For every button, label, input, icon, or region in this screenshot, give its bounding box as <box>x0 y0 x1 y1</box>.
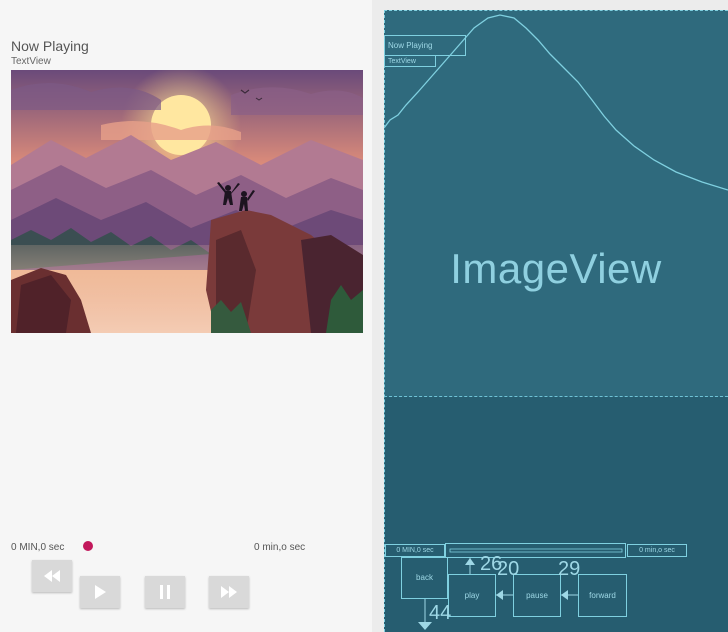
rewind-icon <box>44 570 60 582</box>
track-textview: TextView <box>11 56 51 67</box>
blueprint-preview: ImageView Now Playing TextView 0 MIN,0 s… <box>384 10 728 632</box>
pause-button[interactable] <box>145 576 185 608</box>
play-icon <box>95 585 106 599</box>
play-button[interactable] <box>80 576 120 608</box>
forward-button[interactable] <box>209 576 249 608</box>
album-artwork-image <box>11 70 363 333</box>
pause-icon <box>160 585 170 599</box>
elapsed-time: 0 MIN,0 sec <box>11 542 65 553</box>
now-playing-title: Now Playing <box>11 38 89 54</box>
fast-forward-icon <box>221 586 237 598</box>
margin-label-44: 44 <box>429 602 452 624</box>
total-duration: 0 min,o sec <box>254 542 306 553</box>
back-button[interactable] <box>32 560 72 592</box>
seekbar-thumb[interactable] <box>83 541 93 551</box>
blueprint-constraints <box>418 548 623 630</box>
seek-row: 0 MIN,0 sec 0 min,o sec <box>0 538 372 556</box>
margin-label-20: 20 <box>497 558 520 580</box>
margin-label-29: 29 <box>558 558 581 580</box>
design-preview: Now Playing TextView 0 MIN,0 sec 0 min,o… <box>0 0 372 632</box>
